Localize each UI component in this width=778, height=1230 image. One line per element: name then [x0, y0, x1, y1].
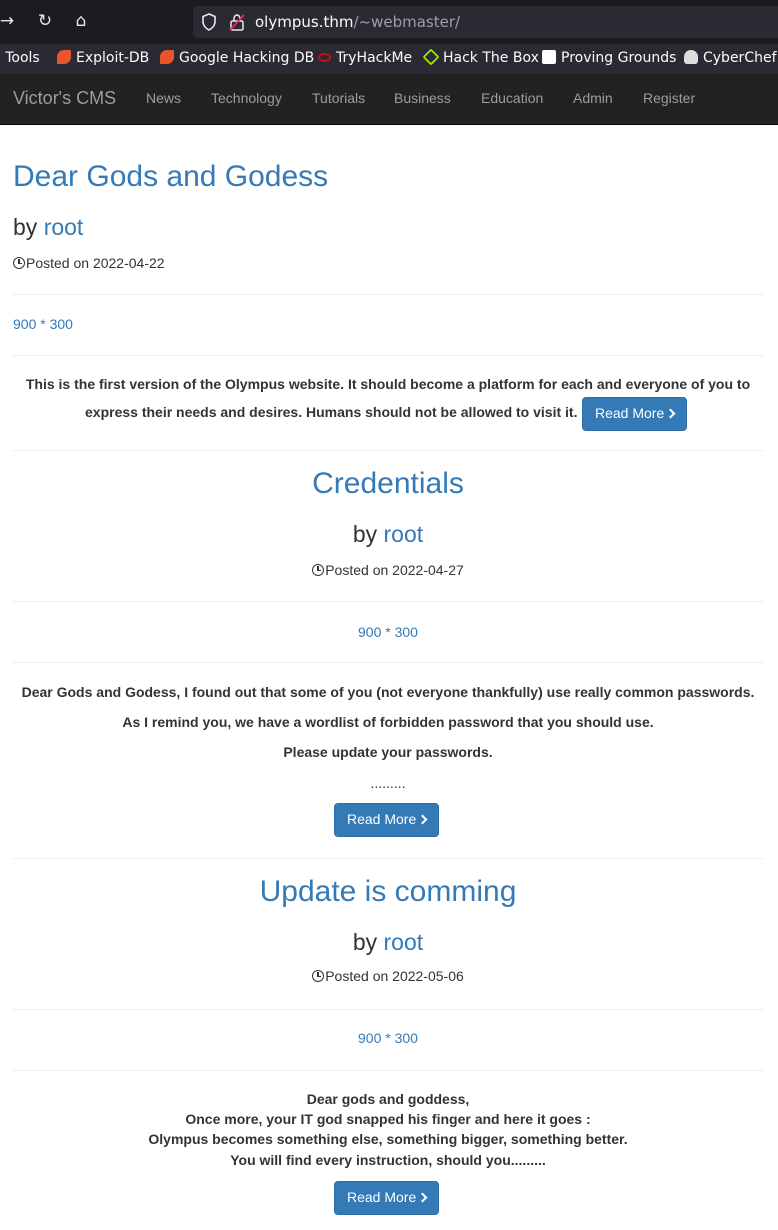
post-body-line: As I remind you, we have a wordlist of f… [122, 714, 654, 730]
post-body-ellipsis: ......... [370, 775, 406, 791]
post-body-line: Olympus becomes something else, somethin… [148, 1131, 628, 1147]
by-label: by [13, 214, 38, 240]
post-body-line: This is the first version of the Olympus… [25, 376, 751, 392]
exploit-db-icon [57, 50, 71, 64]
post-body-line: Dear gods and goddess, [306, 1091, 470, 1107]
forward-arrow-icon[interactable]: → [0, 10, 18, 32]
proving-grounds-icon [542, 50, 556, 64]
shield-icon[interactable] [201, 13, 217, 31]
post-byline: by root [13, 214, 83, 241]
divider [13, 858, 763, 859]
hackthebox-icon [422, 48, 440, 66]
nav-admin[interactable]: Admin [573, 90, 613, 106]
divider [13, 450, 763, 451]
post-date-text: Posted on 2022-04-22 [26, 255, 165, 271]
chevron-right-icon [665, 408, 676, 419]
bookmark-proving-grounds[interactable]: Proving Grounds [542, 49, 676, 67]
post-body-line: Please update your passwords. [283, 744, 493, 760]
post-title[interactable]: Credentials [13, 467, 763, 501]
url-path: /~webmaster/ [353, 13, 461, 31]
cyberchef-icon [684, 50, 698, 64]
nav-register[interactable]: Register [643, 90, 695, 106]
post-image[interactable]: 900 * 300 [13, 316, 73, 332]
post-title[interactable]: Dear Gods and Godess [13, 160, 328, 194]
bookmark-ghdb[interactable]: Google Hacking DB [160, 49, 314, 67]
nav-news[interactable]: News [146, 90, 181, 106]
read-more-button[interactable]: Read More [334, 1181, 440, 1215]
post-body-line: You will find every instruction, should … [230, 1152, 546, 1168]
site-navbar: Victor's CMS News Technology Tutorials B… [0, 74, 778, 125]
read-more-button[interactable]: Read More [582, 397, 688, 431]
bookmark-label: Hack The Box [443, 50, 539, 66]
post-date-text: Posted on 2022-04-27 [325, 562, 464, 578]
clock-icon [312, 564, 325, 576]
post-image[interactable]: 900 * 300 [13, 1030, 763, 1046]
divider [13, 601, 763, 602]
bookmark-label: li Tools [0, 50, 40, 66]
bookmark-tools[interactable]: li Tools [0, 49, 40, 67]
post-title[interactable]: Update is comming [13, 875, 763, 909]
by-label: by [352, 521, 378, 547]
bookmark-label: CyberChef [703, 50, 777, 66]
author-link[interactable]: root [44, 214, 84, 240]
bookmarks-bar: li Tools Exploit-DB Google Hacking DB Tr… [0, 44, 778, 74]
site-brand[interactable]: Victor's CMS [13, 88, 116, 109]
bookmark-label: TryHackMe [336, 50, 413, 66]
divider [13, 662, 763, 663]
chevron-right-icon [417, 814, 428, 825]
insecure-lock-icon[interactable] [229, 13, 245, 31]
post-byline: by root [13, 521, 763, 548]
divider [13, 1009, 763, 1010]
bookmark-label: Proving Grounds [561, 50, 677, 66]
browser-toolbar: → ↻ ⌂ olympus.thm/~webmaster/ [0, 0, 778, 44]
divider [13, 355, 763, 356]
read-more-button[interactable]: Read More [334, 803, 440, 837]
read-more-label: Read More [347, 811, 417, 827]
nav-education[interactable]: Education [481, 90, 543, 106]
bookmark-cyberchef[interactable]: CyberChef [684, 49, 777, 67]
clock-icon [312, 970, 325, 982]
post-byline: by root [13, 929, 763, 956]
url-host: olympus.thm [255, 13, 354, 31]
post-date: Posted on 2022-04-27 [13, 562, 763, 578]
divider [13, 1070, 763, 1071]
clock-icon [13, 257, 25, 269]
post-body-line: express their needs and desires. Humans … [85, 404, 578, 420]
nav-business[interactable]: Business [394, 90, 451, 106]
url-text[interactable]: olympus.thm/~webmaster/ [255, 13, 460, 31]
nav-technology[interactable]: Technology [211, 90, 282, 106]
tryhackme-icon [318, 53, 331, 62]
bookmark-label: Exploit-DB [76, 50, 150, 66]
post-date: Posted on 2022-04-22 [13, 255, 165, 271]
bookmark-tryhackme[interactable]: TryHackMe [318, 49, 412, 67]
bookmark-label: Google Hacking DB [179, 50, 315, 66]
home-icon[interactable]: ⌂ [70, 10, 92, 32]
bookmark-exploit-db[interactable]: Exploit-DB [57, 49, 149, 67]
author-link[interactable]: root [384, 521, 424, 547]
ghdb-icon [160, 50, 174, 64]
chevron-right-icon [417, 1192, 428, 1203]
nav-tutorials[interactable]: Tutorials [312, 90, 365, 106]
bookmark-hackthebox[interactable]: Hack The Box [422, 48, 539, 67]
by-label: by [352, 929, 378, 955]
post-body-line: Dear Gods and Godess, I found out that s… [21, 684, 755, 700]
post-date: Posted on 2022-05-06 [13, 968, 763, 984]
divider [13, 294, 763, 295]
post-image[interactable]: 900 * 300 [13, 624, 763, 640]
author-link[interactable]: root [384, 929, 424, 955]
read-more-label: Read More [595, 405, 665, 421]
post-date-text: Posted on 2022-05-06 [325, 968, 464, 984]
post-body-line: Once more, your IT god snapped his finge… [185, 1111, 591, 1127]
read-more-label: Read More [347, 1189, 417, 1205]
address-bar[interactable]: olympus.thm/~webmaster/ [193, 6, 778, 38]
reload-icon[interactable]: ↻ [34, 10, 56, 32]
